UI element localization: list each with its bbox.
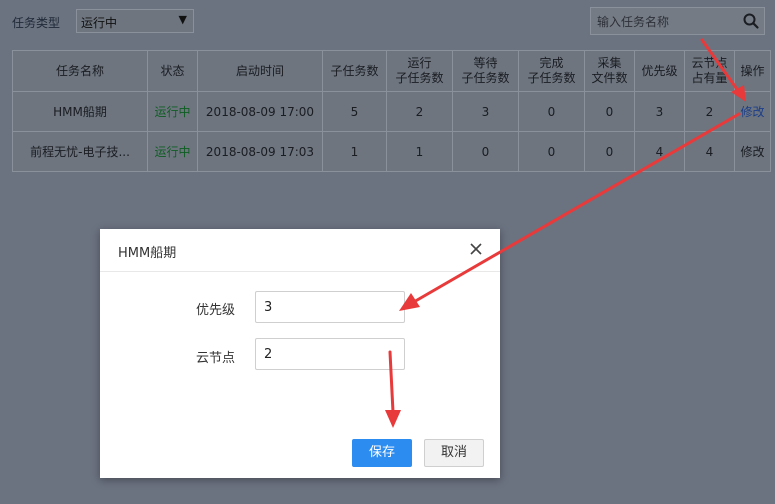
- cell-start-time: 2018-08-09 17:03: [197, 131, 323, 172]
- col-header-running-subtasks: 运行 子任务数: [386, 50, 453, 92]
- task-type-selected-value: 运行中: [81, 16, 118, 30]
- search-box: [590, 7, 765, 36]
- col-header-waiting-subtasks: 等待 子任务数: [452, 50, 519, 92]
- col-header-cloud-nodes: 云节点 占有量: [684, 50, 735, 92]
- col-header-file-count: 采集 文件数: [584, 50, 635, 92]
- task-type-label: 任务类型: [12, 16, 61, 30]
- table-row: 前程无忧-电子技... 运行中 2018-08-09 17:03 1 1 0 0…: [12, 131, 771, 172]
- cell-task-name: HMM船期: [12, 91, 148, 132]
- search-input[interactable]: [591, 8, 739, 36]
- cell-cloud-nodes: 2: [684, 91, 735, 132]
- cell-waiting-subtasks: 3: [452, 91, 519, 132]
- col-header-priority: 优先级: [634, 50, 685, 92]
- col-header-done-subtasks: 完成 子任务数: [518, 50, 585, 92]
- edit-link[interactable]: 修改: [734, 91, 771, 132]
- close-icon[interactable]: [468, 241, 484, 257]
- table-row: HMM船期 运行中 2018-08-09 17:00 5 2 3 0 0 3 2…: [12, 91, 771, 132]
- table-header-row: 任务名称 状态 启动时间 子任务数 运行 子任务数 等待 子任务数 完成 子任务数 采…: [12, 50, 771, 92]
- cell-running-subtasks: 1: [386, 131, 453, 172]
- cell-priority: 3: [634, 91, 685, 132]
- col-header-start-time: 启动时间: [197, 50, 323, 92]
- edit-task-dialog: HMM船期 优先级 云节点 保存 取消: [100, 229, 500, 478]
- cell-running-subtasks: 2: [386, 91, 453, 132]
- dialog-title: HMM船期: [118, 246, 177, 261]
- cell-task-name: 前程无忧-电子技...: [12, 131, 148, 172]
- col-header-subtask-count: 子任务数: [322, 50, 387, 92]
- search-icon[interactable]: [742, 12, 760, 30]
- cell-done-subtasks: 0: [518, 131, 585, 172]
- cell-status: 运行中: [147, 91, 198, 132]
- toolbar: 任务类型 运行中 ▼: [0, 0, 775, 44]
- cell-start-time: 2018-08-09 17:00: [197, 91, 323, 132]
- priority-label: 优先级: [195, 303, 235, 318]
- col-header-task-name: 任务名称: [12, 50, 148, 92]
- cell-waiting-subtasks: 0: [452, 131, 519, 172]
- edit-link[interactable]: 修改: [734, 131, 771, 172]
- cell-priority: 4: [634, 131, 685, 172]
- cell-subtask-count: 1: [322, 131, 387, 172]
- col-header-status: 状态: [147, 50, 198, 92]
- task-type-select[interactable]: 运行中 ▼: [76, 9, 194, 33]
- cell-done-subtasks: 0: [518, 91, 585, 132]
- cell-file-count: 0: [584, 131, 635, 172]
- priority-input[interactable]: [255, 291, 405, 323]
- cell-status: 运行中: [147, 131, 198, 172]
- cloud-node-input[interactable]: [255, 338, 405, 370]
- save-button[interactable]: 保存: [352, 439, 412, 467]
- cell-subtask-count: 5: [322, 91, 387, 132]
- cell-cloud-nodes: 4: [684, 131, 735, 172]
- cloud-node-label: 云节点: [195, 351, 235, 366]
- task-table: 任务名称 状态 启动时间 子任务数 运行 子任务数 等待 子任务数 完成 子任务数 采…: [12, 50, 771, 172]
- task-table-wrapper: 任务名称 状态 启动时间 子任务数 运行 子任务数 等待 子任务数 完成 子任务数 采…: [12, 50, 771, 172]
- caret-down-icon: ▼: [178, 13, 187, 26]
- cancel-button[interactable]: 取消: [424, 439, 484, 467]
- col-header-action: 操作: [734, 50, 771, 92]
- cell-file-count: 0: [584, 91, 635, 132]
- dialog-header: HMM船期: [100, 229, 500, 272]
